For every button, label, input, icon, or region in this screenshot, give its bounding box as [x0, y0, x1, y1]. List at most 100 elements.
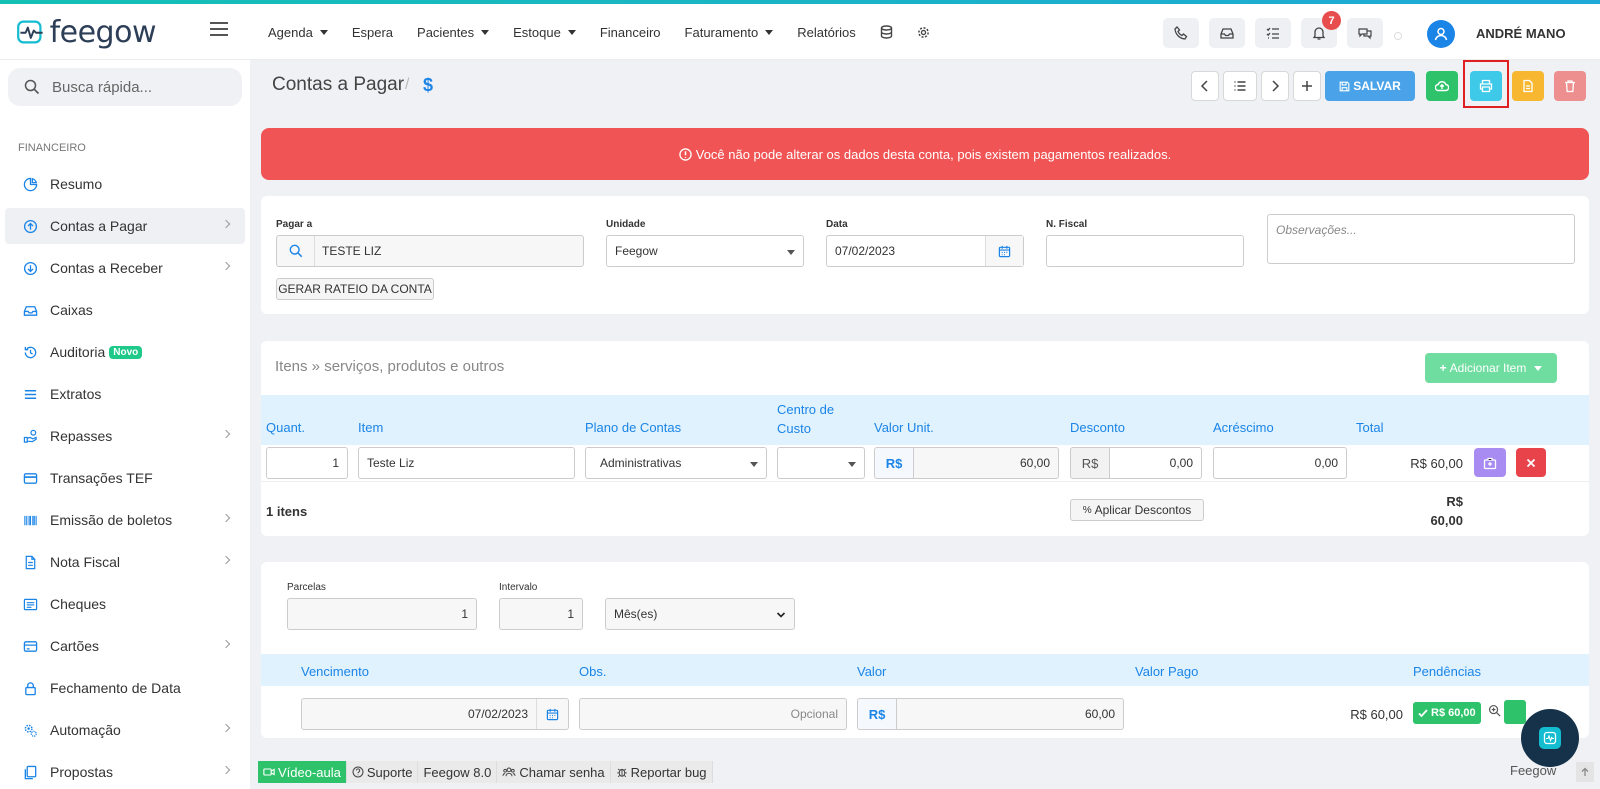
sidebar-item-contas-a-pagar[interactable]: Contas a Pagar — [5, 208, 245, 244]
intervalo-field[interactable]: 1 — [499, 598, 583, 630]
sidebar-item-caixas[interactable]: Caixas — [5, 292, 245, 328]
item-field[interactable]: Teste Liz — [358, 447, 575, 479]
sidebar-item-extratos[interactable]: Extratos — [5, 376, 245, 412]
sidebar-item-label: Resumo — [50, 176, 103, 192]
valor-field[interactable]: 60,00 — [896, 698, 1124, 730]
nav-espera[interactable]: Espera — [352, 25, 393, 40]
sidebar-item-transacoes-tef[interactable]: Transações TEF — [5, 460, 245, 496]
reportar-bug-button[interactable]: Reportar bug — [610, 761, 713, 783]
currency-prefix: R$ — [874, 447, 914, 479]
nav-relatorios[interactable]: Relatórios — [797, 25, 856, 40]
delete-button[interactable] — [1554, 71, 1586, 101]
add-item-button[interactable]: + Adicionar Item — [1425, 353, 1557, 383]
menu-toggle-icon[interactable] — [210, 22, 228, 38]
sidebar-section-title: FINANCEIRO — [18, 142, 86, 154]
aplicar-descontos-button[interactable]: % Aplicar Descontos — [1070, 499, 1204, 521]
chevron-right-icon — [221, 765, 231, 775]
user-avatar[interactable] — [1427, 20, 1455, 48]
sidebar-item-repasses[interactable]: Repasses — [5, 418, 245, 454]
trash-icon — [1565, 80, 1575, 93]
desconto-field[interactable]: 0,00 — [1109, 447, 1202, 479]
sidebar-item-label: Propostas — [50, 764, 114, 780]
list-button[interactable] — [1223, 71, 1257, 101]
tasks-icon[interactable] — [1255, 18, 1291, 48]
next-button[interactable] — [1261, 71, 1289, 101]
vencimento-field[interactable]: 07/02/2023 — [301, 698, 569, 730]
nfiscal-field[interactable] — [1046, 235, 1244, 267]
col-valor: Valor — [857, 664, 887, 679]
hand-coins-icon — [23, 429, 37, 443]
sidebar-item-contas-a-receber[interactable]: Contas a Receber — [5, 250, 245, 286]
add-button[interactable] — [1293, 71, 1321, 101]
sidebar-item-automacao[interactable]: Automação — [5, 712, 245, 748]
sidebar-menu: Resumo Contas a Pagar Contas a Receber C… — [5, 166, 245, 789]
pendencia-badge[interactable]: R$ 60,00 — [1413, 702, 1481, 724]
acrescimo-field[interactable]: 0,00 — [1213, 447, 1347, 479]
previous-button[interactable] — [1191, 71, 1219, 101]
chevron-right-icon — [221, 261, 231, 271]
credit-card-icon — [23, 472, 38, 484]
search-input[interactable] — [52, 78, 232, 96]
inbox-icon[interactable] — [1209, 18, 1245, 48]
zoom-in-icon[interactable] — [1488, 704, 1501, 720]
scroll-top-button[interactable] — [1576, 762, 1594, 782]
sidebar-item-cheques[interactable]: Cheques — [5, 586, 245, 622]
phone-icon[interactable] — [1163, 18, 1199, 48]
floating-action-button[interactable] — [1521, 709, 1579, 767]
nav-label: Faturamento — [684, 24, 759, 40]
nav-estoque[interactable]: Estoque — [513, 25, 576, 40]
chamar-senha-button[interactable]: Chamar senha — [497, 761, 611, 783]
notifications-bell-icon[interactable]: 7 — [1301, 11, 1341, 48]
floppy-disk-icon — [1339, 81, 1350, 91]
settings-gear-icon[interactable] — [917, 26, 930, 39]
version-label: Feegow 8.0 — [418, 761, 498, 783]
sidebar-item-fechamento-de-data[interactable]: Fechamento de Data — [5, 670, 245, 706]
plano-value: Administrativas — [600, 456, 682, 470]
col-plano: Plano de Contas — [585, 420, 682, 435]
username[interactable]: ANDRÉ MANO — [1476, 26, 1566, 41]
observacoes-field[interactable]: Observações... — [1267, 214, 1575, 264]
remove-item-button[interactable] — [1516, 448, 1546, 477]
save-button[interactable]: SALVAR — [1325, 71, 1415, 101]
valor-unit-field[interactable]: 60,00 — [913, 447, 1059, 479]
chat-icon[interactable] — [1347, 18, 1383, 48]
parcelas-field[interactable]: 1 — [287, 598, 477, 630]
sidebar-item-auditoria[interactable]: Auditoria Novo — [5, 334, 245, 370]
sidebar-item-resumo[interactable]: Resumo — [5, 166, 245, 202]
nav-pacientes[interactable]: Pacientes — [417, 25, 490, 40]
feegow-logo[interactable]: feegow — [16, 14, 157, 50]
centro-select[interactable] — [777, 447, 865, 479]
document-button[interactable] — [1512, 71, 1544, 101]
obs-field[interactable]: Opcional — [579, 698, 847, 730]
pendencia-action-button[interactable] — [1504, 700, 1526, 724]
cloud-upload-icon — [1435, 81, 1449, 92]
pagar-a-field[interactable]: TESTE LIZ — [276, 235, 584, 267]
card-icon — [23, 640, 38, 652]
periodo-select[interactable]: Mês(es) — [605, 598, 795, 630]
quant-field[interactable]: 1 — [266, 447, 348, 479]
top-header: feegow Agenda Espera Pacientes Estoque F… — [0, 4, 1600, 60]
calendar-icon[interactable] — [985, 236, 1023, 266]
sidebar-item-emissao-de-boletos[interactable]: Emissão de boletos — [5, 502, 245, 538]
sidebar-item-propostas[interactable]: Propostas — [5, 754, 245, 789]
gerar-rateio-button[interactable]: GERAR RATEIO DA CONTA — [276, 278, 434, 300]
nav-faturamento[interactable]: Faturamento — [685, 25, 774, 40]
sidebar-item-nota-fiscal[interactable]: Nota Fiscal — [5, 544, 245, 580]
calendar-icon[interactable] — [536, 699, 568, 729]
unidade-select[interactable]: Feegow — [606, 235, 804, 267]
data-field[interactable]: 07/02/2023 — [826, 235, 1024, 267]
upload-button[interactable] — [1426, 71, 1458, 101]
video-icon — [263, 768, 275, 776]
plano-select[interactable]: Administrativas — [585, 447, 767, 479]
sidebar-item-cartoes[interactable]: Cartões — [5, 628, 245, 664]
item-details-button[interactable] — [1474, 448, 1506, 477]
database-icon[interactable] — [880, 25, 893, 39]
suporte-button[interactable]: Suporte — [346, 761, 419, 783]
nav-financeiro[interactable]: Financeiro — [600, 25, 661, 40]
percent-icon: % — [1082, 504, 1092, 516]
nav-agenda[interactable]: Agenda — [268, 25, 328, 40]
quick-search[interactable] — [8, 68, 242, 106]
alert-text: Você não pode alterar os dados desta con… — [695, 146, 1172, 162]
video-aula-button[interactable]: Vídeo-aula — [258, 761, 347, 783]
copy-icon — [24, 765, 37, 779]
